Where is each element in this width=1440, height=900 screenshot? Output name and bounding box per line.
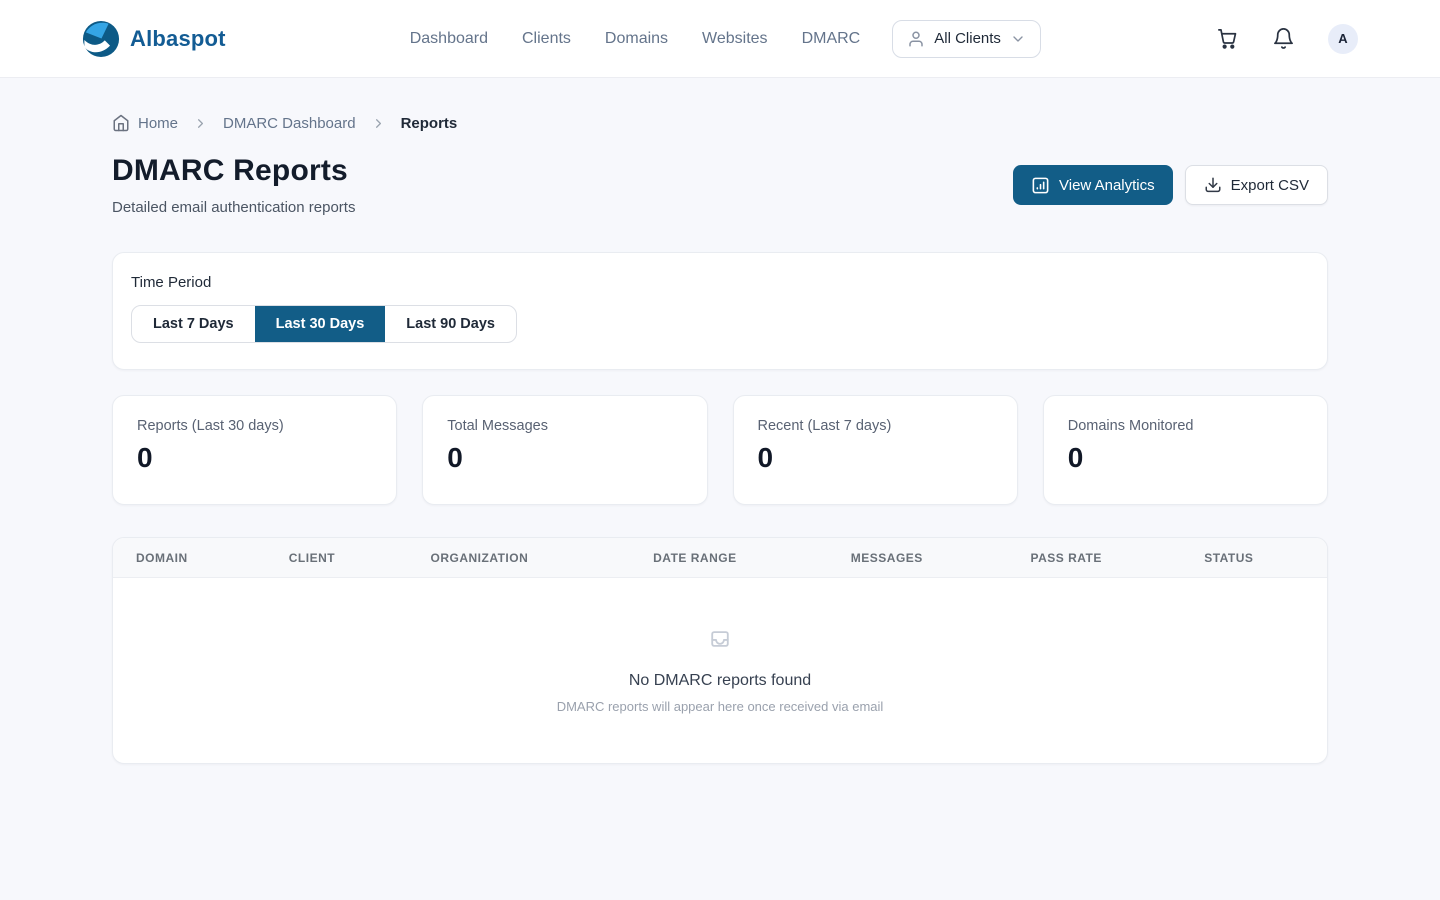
nav-item-clients[interactable]: Clients bbox=[522, 30, 571, 48]
column-header-organization: ORGANIZATION bbox=[431, 551, 654, 565]
nav-item-domains[interactable]: Domains bbox=[605, 30, 668, 48]
page-subtitle: Detailed email authentication reports bbox=[112, 199, 355, 216]
download-icon bbox=[1204, 176, 1222, 194]
bell-icon bbox=[1272, 27, 1295, 50]
stat-card-domains-monitored: Domains Monitored 0 bbox=[1043, 395, 1328, 505]
stat-value: 0 bbox=[447, 442, 682, 474]
breadcrumb-home[interactable]: Home bbox=[112, 114, 178, 132]
brand-logo[interactable]: Albaspot bbox=[82, 20, 226, 58]
stat-value: 0 bbox=[758, 442, 993, 474]
stats-row: Reports (Last 30 days) 0 Total Messages … bbox=[112, 395, 1328, 505]
chevron-right-icon bbox=[193, 116, 208, 131]
breadcrumb: Home DMARC Dashboard Reports bbox=[112, 78, 1328, 132]
view-analytics-label: View Analytics bbox=[1059, 177, 1155, 194]
nav-item-websites[interactable]: Websites bbox=[702, 30, 768, 48]
column-header-status: STATUS bbox=[1204, 551, 1327, 565]
nav-item-dashboard[interactable]: Dashboard bbox=[410, 30, 488, 48]
stat-label: Domains Monitored bbox=[1068, 418, 1303, 434]
empty-state: No DMARC reports found DMARC reports wil… bbox=[113, 578, 1327, 763]
view-analytics-button[interactable]: View Analytics bbox=[1013, 165, 1173, 205]
client-selector-value: All Clients bbox=[934, 30, 1001, 47]
main-nav: Dashboard Clients Domains Websites DMARC bbox=[410, 30, 861, 48]
page-title-block: DMARC Reports Detailed email authenticat… bbox=[112, 154, 355, 216]
notifications-button[interactable] bbox=[1272, 27, 1295, 50]
empty-state-title: No DMARC reports found bbox=[113, 672, 1327, 690]
stat-card-recent: Recent (Last 7 days) 0 bbox=[733, 395, 1018, 505]
main-content: Home DMARC Dashboard Reports DMARC Repor… bbox=[112, 78, 1328, 764]
stat-label: Total Messages bbox=[447, 418, 682, 434]
inbox-icon bbox=[709, 628, 731, 650]
table-header-row: DOMAIN CLIENT ORGANIZATION DATE RANGE ME… bbox=[113, 538, 1327, 578]
user-icon bbox=[907, 30, 925, 48]
page-head: DMARC Reports Detailed email authenticat… bbox=[112, 154, 1328, 216]
time-period-last-7-days[interactable]: Last 7 Days bbox=[132, 306, 255, 342]
header-actions: A bbox=[1216, 24, 1358, 54]
page-title: DMARC Reports bbox=[112, 154, 355, 188]
app-header: Albaspot Dashboard Clients Domains Websi… bbox=[0, 0, 1440, 78]
empty-state-subtitle: DMARC reports will appear here once rece… bbox=[113, 699, 1327, 714]
client-selector-dropdown[interactable]: All Clients bbox=[892, 20, 1041, 58]
column-header-date-range: DATE RANGE bbox=[653, 551, 851, 565]
stat-card-total-messages: Total Messages 0 bbox=[422, 395, 707, 505]
bar-chart-icon bbox=[1031, 176, 1050, 195]
time-period-segmented-control: Last 7 Days Last 30 Days Last 90 Days bbox=[131, 305, 517, 343]
time-period-last-90-days[interactable]: Last 90 Days bbox=[385, 306, 516, 342]
albaspot-logo-icon bbox=[82, 20, 120, 58]
column-header-domain: DOMAIN bbox=[136, 551, 289, 565]
page-actions: View Analytics Export CSV bbox=[1013, 165, 1328, 205]
cart-icon bbox=[1216, 27, 1239, 50]
brand-name: Albaspot bbox=[130, 26, 226, 52]
chevron-down-icon bbox=[1010, 31, 1026, 47]
stat-value: 0 bbox=[137, 442, 372, 474]
breadcrumb-current: Reports bbox=[401, 115, 458, 132]
user-avatar[interactable]: A bbox=[1328, 24, 1358, 54]
breadcrumb-home-label: Home bbox=[138, 115, 178, 132]
chevron-right-icon bbox=[371, 116, 386, 131]
time-period-last-30-days[interactable]: Last 30 Days bbox=[255, 306, 386, 342]
stat-label: Reports (Last 30 days) bbox=[137, 418, 372, 434]
column-header-messages: MESSAGES bbox=[851, 551, 1031, 565]
export-csv-label: Export CSV bbox=[1231, 177, 1309, 194]
export-csv-button[interactable]: Export CSV bbox=[1185, 165, 1328, 205]
column-header-client: CLIENT bbox=[289, 551, 431, 565]
breadcrumb-dmarc-dashboard[interactable]: DMARC Dashboard bbox=[223, 115, 356, 132]
cart-button[interactable] bbox=[1216, 27, 1239, 50]
stat-card-reports: Reports (Last 30 days) 0 bbox=[112, 395, 397, 505]
home-icon bbox=[112, 114, 130, 132]
time-period-card: Time Period Last 7 Days Last 30 Days Las… bbox=[112, 252, 1328, 370]
stat-label: Recent (Last 7 days) bbox=[758, 418, 993, 434]
stat-value: 0 bbox=[1068, 442, 1303, 474]
nav-item-dmarc[interactable]: DMARC bbox=[802, 30, 861, 48]
reports-table-card: DOMAIN CLIENT ORGANIZATION DATE RANGE ME… bbox=[112, 537, 1328, 764]
time-period-label: Time Period bbox=[131, 274, 1309, 291]
column-header-pass-rate: PASS RATE bbox=[1030, 551, 1204, 565]
